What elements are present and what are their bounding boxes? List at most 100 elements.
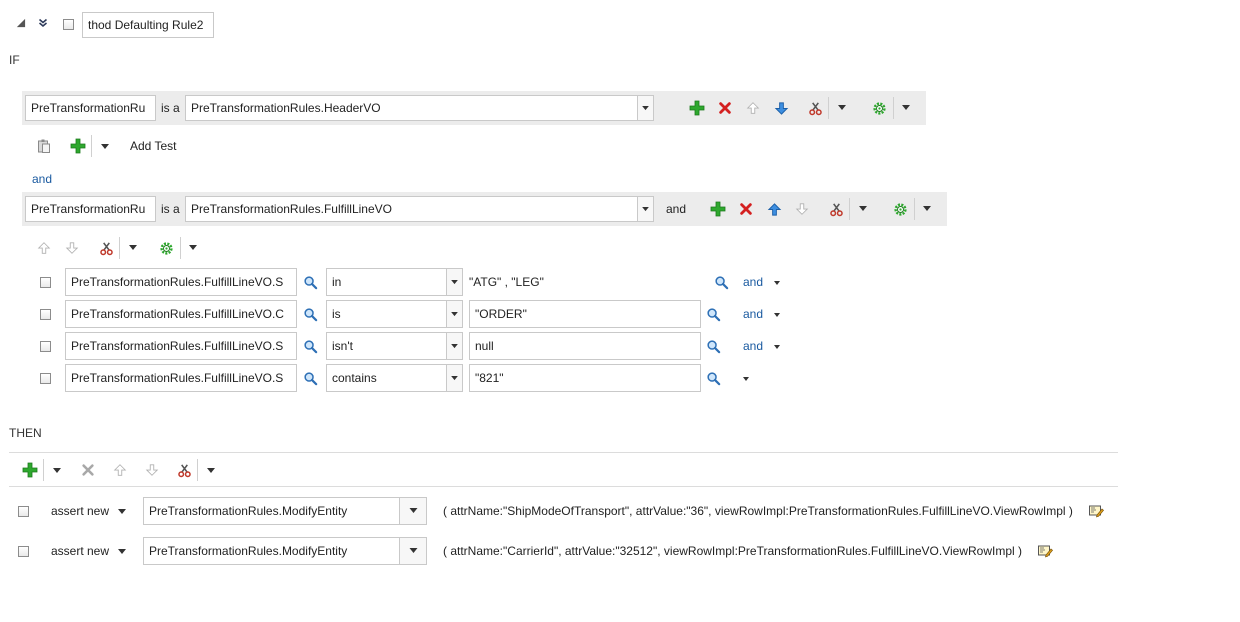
test-operator-select[interactable]: is xyxy=(326,300,463,328)
test-row-checkbox[interactable] xyxy=(40,309,51,320)
more-dropdown-icon[interactable] xyxy=(124,239,142,257)
action-target-select[interactable]: PreTransformationRules.ModifyEntity xyxy=(143,497,427,525)
more-dropdown-icon[interactable] xyxy=(833,99,851,117)
action-row-checkbox[interactable] xyxy=(18,506,29,517)
test-conjunction[interactable]: and xyxy=(743,275,763,289)
add-icon[interactable] xyxy=(688,99,706,117)
add-icon[interactable] xyxy=(709,200,727,218)
gear-dropdown-icon[interactable] xyxy=(897,99,915,117)
toolbar-separator xyxy=(91,135,92,157)
rule-select-checkbox[interactable] xyxy=(63,19,74,30)
test-operator-select[interactable]: in xyxy=(326,268,463,296)
delete-disabled-icon[interactable] xyxy=(79,461,97,479)
cut-icon[interactable] xyxy=(97,239,115,257)
add-action-icon[interactable] xyxy=(21,461,39,479)
conjunction-dropdown-icon[interactable] xyxy=(774,281,780,285)
move-down-icon[interactable] xyxy=(772,99,790,117)
more-dropdown-icon[interactable] xyxy=(854,200,872,218)
test-operator-select[interactable]: isn't xyxy=(326,332,463,360)
move-down-icon[interactable] xyxy=(793,200,811,218)
add-test-label[interactable]: Add Test xyxy=(130,139,176,153)
cut-icon[interactable] xyxy=(175,461,193,479)
move-up-icon[interactable] xyxy=(765,200,783,218)
gear-icon[interactable] xyxy=(891,200,909,218)
paste-clipboard-icon[interactable] xyxy=(35,137,53,155)
test-right-operand-field[interactable]: null xyxy=(469,332,701,360)
test-right-operand-field[interactable]: "ORDER" xyxy=(469,300,701,328)
test-left-operand-field[interactable]: PreTransformationRules.FulfillLineVO.S xyxy=(65,364,297,392)
collapse-triangle-icon[interactable] xyxy=(13,15,27,29)
add-test-dropdown-icon[interactable] xyxy=(96,138,114,156)
action-type-dropdown-icon[interactable] xyxy=(118,549,126,554)
test-conjunction[interactable]: and xyxy=(743,307,763,321)
test-row-checkbox[interactable] xyxy=(40,277,51,288)
test-row-checkbox[interactable] xyxy=(40,373,51,384)
test-left-operand-field[interactable]: PreTransformationRules.FulfillLineVO.S xyxy=(65,332,297,360)
expand-double-chevron-icon[interactable] xyxy=(36,16,50,30)
search-icon[interactable] xyxy=(301,337,319,355)
then-top-divider xyxy=(9,452,1118,453)
search-icon[interactable] xyxy=(704,337,722,355)
pattern-2-dropdown-button[interactable] xyxy=(637,197,653,221)
move-up-icon[interactable] xyxy=(744,99,762,117)
cut-icon[interactable] xyxy=(806,99,824,117)
conjunction-dropdown-icon[interactable] xyxy=(774,313,780,317)
search-icon[interactable] xyxy=(704,369,722,387)
toolbar-separator xyxy=(43,459,44,481)
gear-dropdown-icon[interactable] xyxy=(918,200,936,218)
action-target-dropdown-button[interactable] xyxy=(399,498,426,524)
rule-name-field[interactable]: thod Defaulting Rule2 xyxy=(82,12,214,38)
search-icon[interactable] xyxy=(301,273,319,291)
action-type-label[interactable]: assert new xyxy=(51,504,109,518)
gear-icon[interactable] xyxy=(157,239,175,257)
more-dropdown-icon[interactable] xyxy=(202,462,220,480)
conjunction-dropdown-icon[interactable] xyxy=(774,345,780,349)
delete-icon[interactable] xyxy=(737,200,755,218)
action-type-label[interactable]: assert new xyxy=(51,544,109,558)
test-operator-dropdown-button[interactable] xyxy=(446,365,462,391)
pattern-2-fact-type-value: PreTransformationRules.FulfillLineVO xyxy=(191,202,392,216)
delete-icon[interactable] xyxy=(716,99,734,117)
cut-icon[interactable] xyxy=(827,200,845,218)
move-down-icon[interactable] xyxy=(143,461,161,479)
search-icon[interactable] xyxy=(301,369,319,387)
gear-dropdown-icon[interactable] xyxy=(184,239,202,257)
test-left-operand-field[interactable]: PreTransformationRules.FulfillLineVO.S xyxy=(65,268,297,296)
action-arguments[interactable]: ( attrName:"CarrierId", attrValue:"32512… xyxy=(443,544,1022,558)
pattern-1-fact-type-select[interactable]: PreTransformationRules.HeaderVO xyxy=(185,95,654,121)
action-row-checkbox[interactable] xyxy=(18,546,29,557)
test-operator-dropdown-button[interactable] xyxy=(446,333,462,359)
pattern-2-fact-type-select[interactable]: PreTransformationRules.FulfillLineVO xyxy=(185,196,654,222)
test-left-operand-field[interactable]: PreTransformationRules.FulfillLineVO.C xyxy=(65,300,297,328)
test-operator-dropdown-button[interactable] xyxy=(446,301,462,327)
edit-arguments-icon[interactable] xyxy=(1036,542,1054,560)
conjunction-dropdown-icon[interactable] xyxy=(743,377,749,381)
pattern-1-variable-field[interactable]: PreTransformationRu xyxy=(25,95,156,121)
add-test-plus-icon[interactable] xyxy=(69,137,87,155)
test-row-checkbox[interactable] xyxy=(40,341,51,352)
action-target-select[interactable]: PreTransformationRules.ModifyEntity xyxy=(143,537,427,565)
move-up-icon[interactable] xyxy=(35,239,53,257)
test-operator-select[interactable]: contains xyxy=(326,364,463,392)
search-icon[interactable] xyxy=(704,305,722,323)
pattern-and-connector[interactable]: and xyxy=(32,172,52,186)
pattern-1-is-a-label: is a xyxy=(161,101,180,115)
edit-arguments-icon[interactable] xyxy=(1087,502,1105,520)
test-right-operand-field[interactable]: "821" xyxy=(469,364,701,392)
move-up-icon[interactable] xyxy=(111,461,129,479)
action-type-dropdown-icon[interactable] xyxy=(118,509,126,514)
test-right-operand-value[interactable]: "ATG" , "LEG" xyxy=(469,275,544,289)
gear-icon[interactable] xyxy=(870,99,888,117)
pattern-1-dropdown-button[interactable] xyxy=(637,96,653,120)
test-conjunction[interactable]: and xyxy=(743,339,763,353)
pattern-2-variable-field[interactable]: PreTransformationRu xyxy=(25,196,156,222)
pattern-2-and-label: and xyxy=(666,202,687,216)
move-down-icon[interactable] xyxy=(63,239,81,257)
search-icon[interactable] xyxy=(301,305,319,323)
toolbar-separator xyxy=(893,97,894,119)
search-icon[interactable] xyxy=(712,273,730,291)
action-arguments[interactable]: ( attrName:"ShipModeOfTransport", attrVa… xyxy=(443,504,1073,518)
test-operator-dropdown-button[interactable] xyxy=(446,269,462,295)
add-action-dropdown-icon[interactable] xyxy=(48,462,66,480)
action-target-dropdown-button[interactable] xyxy=(399,538,426,564)
